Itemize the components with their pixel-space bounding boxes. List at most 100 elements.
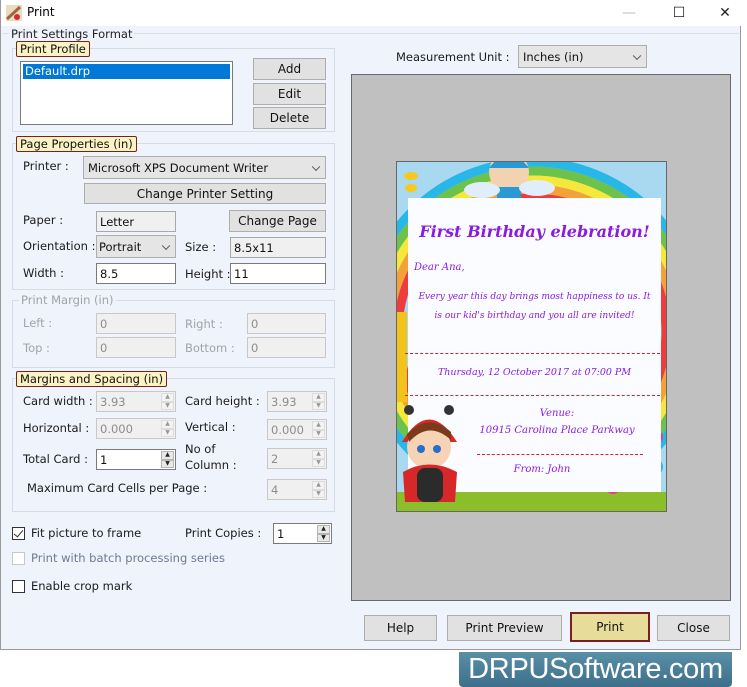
stepper-up-icon[interactable]: ▲ [312,450,325,459]
total-card-stepper[interactable]: 1 ▲ ▼ [96,449,176,470]
width-label: Width : [23,266,64,280]
print-preview-button[interactable]: Print Preview [447,615,562,641]
card-preview: First Birthday elebration! Dear Ana, Eve… [396,161,667,512]
card-greeting: Dear Ana, [414,262,465,273]
stepper-up-icon[interactable]: ▲ [317,525,330,534]
size-field[interactable]: 8.5x11 [230,237,326,258]
stepper-down-icon[interactable]: ▼ [312,458,325,467]
width-field[interactable]: 8.5 [96,263,176,284]
size-label: Size : [185,240,217,254]
paper-field[interactable]: Letter [96,211,176,232]
divider-line [405,353,660,354]
stepper-down-icon[interactable]: ▼ [312,429,325,438]
stepper-up-icon[interactable]: ▲ [161,420,174,429]
card-width-stepper[interactable]: 3.93 ▲ ▼ [96,391,176,412]
app-icon [6,5,22,21]
minimize-button[interactable]: — [606,0,652,26]
change-printer-setting-button[interactable]: Change Printer Setting [84,183,326,204]
checkmark-icon [13,527,24,538]
left-margin-field[interactable]: 0 [96,313,176,334]
total-card-label: Total Card : [23,452,88,466]
bottom-margin-label: Bottom : [185,341,235,355]
close-button[interactable]: Close [657,615,730,641]
crop-mark-label[interactable]: Enable crop mark [31,579,132,593]
print-copies-label: Print Copies : [185,526,262,540]
card-height-label: Card height : [185,394,260,408]
batch-series-label[interactable]: Print with batch processing series [31,551,225,565]
maximize-icon: ☐ [672,5,686,21]
watermark-logo: DRPUSoftware.com [459,652,732,687]
stepper-up-icon[interactable]: ▲ [312,481,325,490]
horizontal-stepper[interactable]: 0.000 ▲ ▼ [96,418,176,439]
profile-list[interactable]: Default.drp [20,61,233,125]
print-copies-value: 1 [277,526,285,541]
max-cells-stepper[interactable]: 4 ▲ ▼ [267,479,327,500]
stepper-down-icon[interactable]: ▼ [161,459,174,468]
edit-profile-button[interactable]: Edit [253,83,326,105]
right-margin-field[interactable]: 0 [247,313,326,334]
batch-series-checkbox[interactable] [12,552,25,565]
change-page-button[interactable]: Change Page [229,210,326,232]
top-margin-field[interactable]: 0 [96,337,176,358]
fit-picture-label[interactable]: Fit picture to frame [31,526,141,540]
orientation-value: Portrait [99,239,142,254]
stepper-down-icon[interactable]: ▼ [312,401,325,410]
add-profile-button[interactable]: Add [253,58,326,80]
print-button[interactable]: Print [570,612,650,642]
print-settings-format-label: Print Settings Format [9,27,135,41]
help-button[interactable]: Help [364,615,437,641]
print-profile-label: Print Profile [16,41,90,57]
no-of-column-stepper[interactable]: 2 ▲ ▼ [267,448,327,469]
orientation-select[interactable]: Portrait [96,235,176,258]
divider-line [477,454,643,455]
stepper-up-icon[interactable]: ▲ [312,393,325,402]
title-bar: Print — ☐ ✕ [1,0,742,26]
vertical-value: 0.000 [271,422,304,437]
horizontal-label: Horizontal : [23,421,90,435]
crop-mark-checkbox[interactable] [12,580,25,593]
maximize-button[interactable]: ☐ [656,0,702,26]
left-margin-label: Left : [23,316,53,330]
stepper-down-icon[interactable]: ▼ [161,401,174,410]
orientation-label: Orientation : [23,239,96,253]
measurement-unit-select[interactable]: Inches (in) [518,45,647,68]
card-height-value: 3.93 [271,394,297,409]
card-width-label: Card width : [23,394,93,408]
stepper-down-icon[interactable]: ▼ [312,489,325,498]
chevron-down-icon [161,241,171,250]
window-title: Print [27,5,55,19]
stepper-up-icon[interactable]: ▲ [161,393,174,402]
stepper-up-icon[interactable]: ▲ [312,421,325,430]
paper-label: Paper : [23,213,64,227]
page-properties-label: Page Properties (in) [16,136,137,152]
stepper-down-icon[interactable]: ▼ [161,428,174,437]
stepper-up-icon[interactable]: ▲ [161,451,174,460]
height-label: Height : [185,267,231,281]
right-margin-label: Right : [185,317,223,331]
printer-value: Microsoft XPS Document Writer [88,160,269,175]
card-message-line-2: is our kid's birthday and you all are in… [434,311,635,321]
bottom-margin-field[interactable]: 0 [247,337,326,358]
vertical-stepper[interactable]: 0.000 ▲ ▼ [267,419,327,440]
stepper-down-icon[interactable]: ▼ [317,533,330,542]
printer-label: Printer : [23,159,69,173]
fit-picture-checkbox[interactable] [12,527,25,540]
chevron-down-icon [311,162,321,171]
print-margin-label: Print Margin (in) [19,293,116,307]
card-from: From: John [513,464,571,475]
divider-line [405,395,660,396]
card-height-stepper[interactable]: 3.93 ▲ ▼ [267,391,327,412]
profile-list-item[interactable]: Default.drp [23,64,230,79]
close-window-button[interactable]: ✕ [702,0,747,26]
height-field[interactable]: 11 [230,263,326,284]
minimize-icon: — [622,5,636,21]
card-venue-address: 10915 Carolina Place Parkway [479,425,635,436]
card-width-value: 3.93 [100,394,126,409]
card-datetime: Thursday, 12 October 2017 at 07:00 PM [437,367,632,378]
vertical-label: Vertical : [185,420,236,434]
print-copies-stepper[interactable]: 1 ▲ ▼ [273,523,332,544]
no-of-column-label-2: Column : [185,458,237,472]
delete-profile-button[interactable]: Delete [253,107,326,129]
printer-select[interactable]: Microsoft XPS Document Writer [83,156,326,179]
max-cells-value: 4 [271,482,279,497]
